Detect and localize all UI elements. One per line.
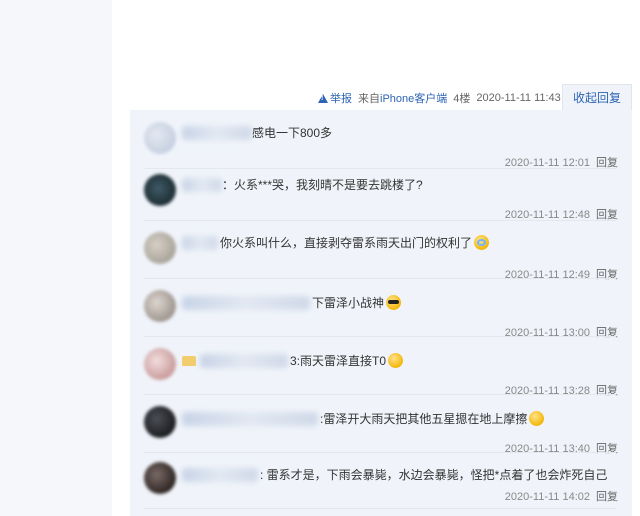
sunglasses-emoji-icon	[386, 295, 402, 310]
comment-meta: 2020-11-11 13:40 回复	[505, 440, 618, 456]
avatar[interactable]	[144, 174, 176, 206]
avatar[interactable]	[144, 406, 176, 438]
reply-button[interactable]: 回复	[596, 491, 618, 503]
comment-item: ：火系***哭，我刻晴不是要去跳楼了? 2020-11-11 12:48 回复	[130, 172, 618, 222]
comment-time: 2020-11-11 13:28	[504, 385, 590, 397]
avatar[interactable]	[144, 348, 176, 380]
divider	[144, 508, 616, 509]
comment-item: 你火系叫什么，直接剥夺雷系雨天出门的权利了 2020-11-11 12:49 回复	[130, 228, 618, 282]
reply-button[interactable]: 回复	[596, 385, 618, 397]
reply-button[interactable]: 回复	[596, 443, 618, 455]
comment-item: 感电一下800多 2020-11-11 12:01 回复	[130, 120, 618, 170]
comment-text: :雷泽开大雨天把其他五星摁在地上摩擦	[320, 410, 545, 427]
username-blurred[interactable]	[182, 412, 318, 426]
comment-text: : 雷系才是，下雨会暴毙，水边会暴毙，怪把*点着了也会炸死自己	[260, 468, 608, 482]
comment-text: 你火系叫什么，直接剥夺雷系雨天出门的权利了	[220, 234, 490, 251]
divider	[144, 220, 616, 221]
comment-item: : 雷系才是，下雨会暴毙，水边会暴毙，怪把*点着了也会炸死自己 2020-11-…	[130, 458, 618, 512]
comment-meta: 2020-11-11 13:28 回复	[505, 382, 618, 398]
source-text: 来自iPhone客户端	[358, 93, 448, 105]
divider	[144, 168, 616, 169]
username-blurred[interactable]	[182, 126, 252, 140]
comment-text: 下雷泽小战神	[312, 294, 402, 311]
comment-item: 下雷泽小战神 2020-11-11 13:00 回复	[130, 286, 618, 340]
username-blurred[interactable]	[200, 354, 288, 368]
reply-list: 感电一下800多 2020-11-11 12:01 回复 ：火系***哭，我刻晴不…	[130, 110, 632, 516]
comment-time: 2020-11-11 12:49	[504, 269, 590, 281]
reply-button[interactable]: 回复	[596, 327, 618, 339]
comment-text: 3:雨天雷泽直接T0	[290, 352, 404, 369]
comment-item: :雷泽开大雨天把其他五星摁在地上摩擦 2020-11-11 13:40 回复	[130, 402, 618, 456]
smile-emoji-icon	[388, 353, 404, 368]
source-link[interactable]: iPhone客户端	[380, 93, 447, 105]
divider	[144, 394, 616, 395]
report-label[interactable]: 举报	[330, 90, 352, 106]
avatar[interactable]	[144, 462, 176, 494]
comment-meta: 2020-11-11 13:00 回复	[505, 324, 618, 340]
comment-meta: 2020-11-11 14:02 回复	[505, 488, 618, 504]
username-blurred[interactable]	[182, 468, 258, 482]
reply-button[interactable]: 回复	[596, 269, 618, 281]
collapse-replies-button[interactable]: 收起回复	[562, 84, 632, 110]
avatar[interactable]	[144, 290, 176, 322]
post-meta: 举报 来自iPhone客户端 4楼 2020-11-11 11:43	[318, 90, 561, 106]
post-time: 2020-11-11 11:43	[476, 92, 561, 104]
divider	[144, 452, 616, 453]
crown-icon	[182, 356, 196, 366]
comment-text: ：火系***哭，我刻晴不是要去跳楼了?	[222, 178, 423, 192]
grin-emoji-icon	[529, 411, 545, 426]
warning-triangle-icon	[318, 93, 328, 103]
username-blurred[interactable]	[182, 236, 218, 250]
username-blurred[interactable]	[182, 296, 310, 310]
divider	[144, 278, 616, 279]
comment-time: 2020-11-11 14:02	[504, 491, 590, 503]
left-gutter	[0, 0, 112, 516]
comment-item: 3:雨天雷泽直接T0 2020-11-11 13:28 回复	[130, 344, 618, 398]
avatar[interactable]	[144, 232, 176, 264]
comment-time: 2020-11-11 13:40	[504, 443, 590, 455]
report-link[interactable]: 举报	[318, 90, 352, 106]
crying-emoji-icon	[474, 235, 490, 250]
username-blurred[interactable]	[182, 178, 222, 192]
floor-number: 4楼	[453, 93, 471, 105]
comment-text: 感电一下800多	[252, 126, 333, 140]
comment-time: 2020-11-11 13:00	[504, 327, 590, 339]
comment-meta: 2020-11-11 12:49 回复	[505, 266, 618, 282]
avatar[interactable]	[144, 122, 176, 154]
divider	[144, 336, 616, 337]
